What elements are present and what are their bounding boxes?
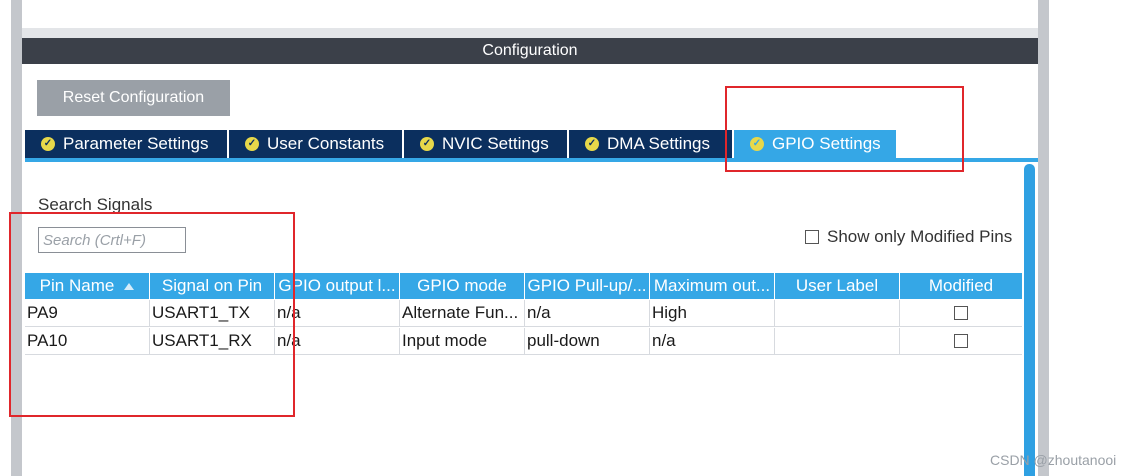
tab-parameter-settings[interactable]: ✓ Parameter Settings	[25, 130, 229, 158]
cell-pull: pull-down	[525, 328, 650, 354]
cell-output: n/a	[275, 328, 400, 354]
column-label: Signal on Pin	[161, 276, 263, 295]
check-circle-icon: ✓	[750, 137, 764, 151]
column-header-gpio-mode[interactable]: GPIO mode	[400, 273, 525, 299]
tab-user-constants[interactable]: ✓ User Constants	[229, 130, 404, 158]
tab-label: User Constants	[267, 134, 385, 153]
cell-user-label[interactable]	[775, 300, 900, 326]
left-frame-border	[11, 0, 22, 476]
column-header-modified[interactable]: Modified	[900, 273, 1022, 299]
show-modified-label: Show only Modified Pins	[827, 227, 1013, 246]
check-circle-icon: ✓	[585, 137, 599, 151]
configuration-title: Configuration	[482, 42, 578, 59]
modified-checkbox[interactable]	[954, 334, 968, 348]
search-signals-input[interactable]	[38, 227, 186, 253]
cell-pin: PA9	[25, 300, 150, 326]
tab-gpio-settings[interactable]: ✓ GPIO Settings	[734, 130, 896, 158]
column-header-pin-name[interactable]: Pin Name	[25, 273, 150, 299]
cell-modified	[900, 300, 1022, 326]
tab-nvic-settings[interactable]: ✓ NVIC Settings	[404, 130, 569, 158]
panel-separator	[22, 28, 1038, 38]
modified-checkbox[interactable]	[954, 306, 968, 320]
cell-mode: Alternate Fun...	[400, 300, 525, 326]
tab-label: DMA Settings	[607, 134, 710, 153]
cell-pin: PA10	[25, 328, 150, 354]
right-frame-border	[1038, 0, 1049, 476]
column-label: GPIO mode	[417, 276, 507, 295]
cell-max-output: n/a	[650, 328, 775, 354]
column-header-user-label[interactable]: User Label	[775, 273, 900, 299]
cell-user-label[interactable]	[775, 328, 900, 354]
table-header: Pin Name Signal on Pin GPIO output l... …	[25, 273, 1022, 299]
check-circle-icon: ✓	[41, 137, 55, 151]
table-row[interactable]: PA9 USART1_TX n/a Alternate Fun... n/a H…	[25, 300, 1022, 327]
check-circle-icon: ✓	[420, 137, 434, 151]
cell-signal: USART1_RX	[150, 328, 275, 354]
vertical-scrollbar[interactable]	[1024, 164, 1035, 476]
upper-panel	[22, 0, 1038, 29]
search-signals-label: Search Signals	[38, 195, 153, 214]
cell-max-output: High	[650, 300, 775, 326]
column-label: GPIO Pull-up/...	[527, 276, 647, 295]
configuration-header: Configuration	[22, 38, 1038, 64]
tab-label: Parameter Settings	[63, 134, 209, 153]
show-modified-checkbox[interactable]	[805, 230, 819, 244]
check-circle-icon: ✓	[245, 137, 259, 151]
column-label: Modified	[928, 276, 994, 295]
cell-modified	[900, 328, 1022, 354]
tab-dma-settings[interactable]: ✓ DMA Settings	[569, 130, 734, 158]
column-header-pull[interactable]: GPIO Pull-up/...	[525, 273, 650, 299]
column-header-gpio-output[interactable]: GPIO output l...	[275, 273, 400, 299]
column-header-max-output[interactable]: Maximum out...	[650, 273, 775, 299]
column-label: User Label	[795, 276, 879, 295]
column-label: Pin Name	[39, 276, 115, 295]
sort-ascending-icon	[124, 282, 135, 290]
settings-tabs: ✓ Parameter Settings ✓ User Constants ✓ …	[25, 130, 896, 158]
cell-mode: Input mode	[400, 328, 525, 354]
reset-configuration-button[interactable]: Reset Configuration	[37, 80, 230, 116]
tab-label: NVIC Settings	[442, 134, 549, 153]
cell-output: n/a	[275, 300, 400, 326]
table-row[interactable]: PA10 USART1_RX n/a Input mode pull-down …	[25, 328, 1022, 355]
cell-pull: n/a	[525, 300, 650, 326]
column-label: Maximum out...	[653, 276, 771, 295]
configuration-body	[22, 64, 1038, 476]
cell-signal: USART1_TX	[150, 300, 275, 326]
column-label: GPIO output l...	[278, 276, 396, 295]
tab-underline	[25, 158, 1038, 162]
column-header-signal[interactable]: Signal on Pin	[150, 273, 275, 299]
show-modified-pins-option[interactable]: Show only Modified Pins	[805, 227, 1012, 247]
tab-label: GPIO Settings	[772, 134, 881, 153]
watermark-text: CSDN @zhoutanooi	[990, 452, 1117, 468]
